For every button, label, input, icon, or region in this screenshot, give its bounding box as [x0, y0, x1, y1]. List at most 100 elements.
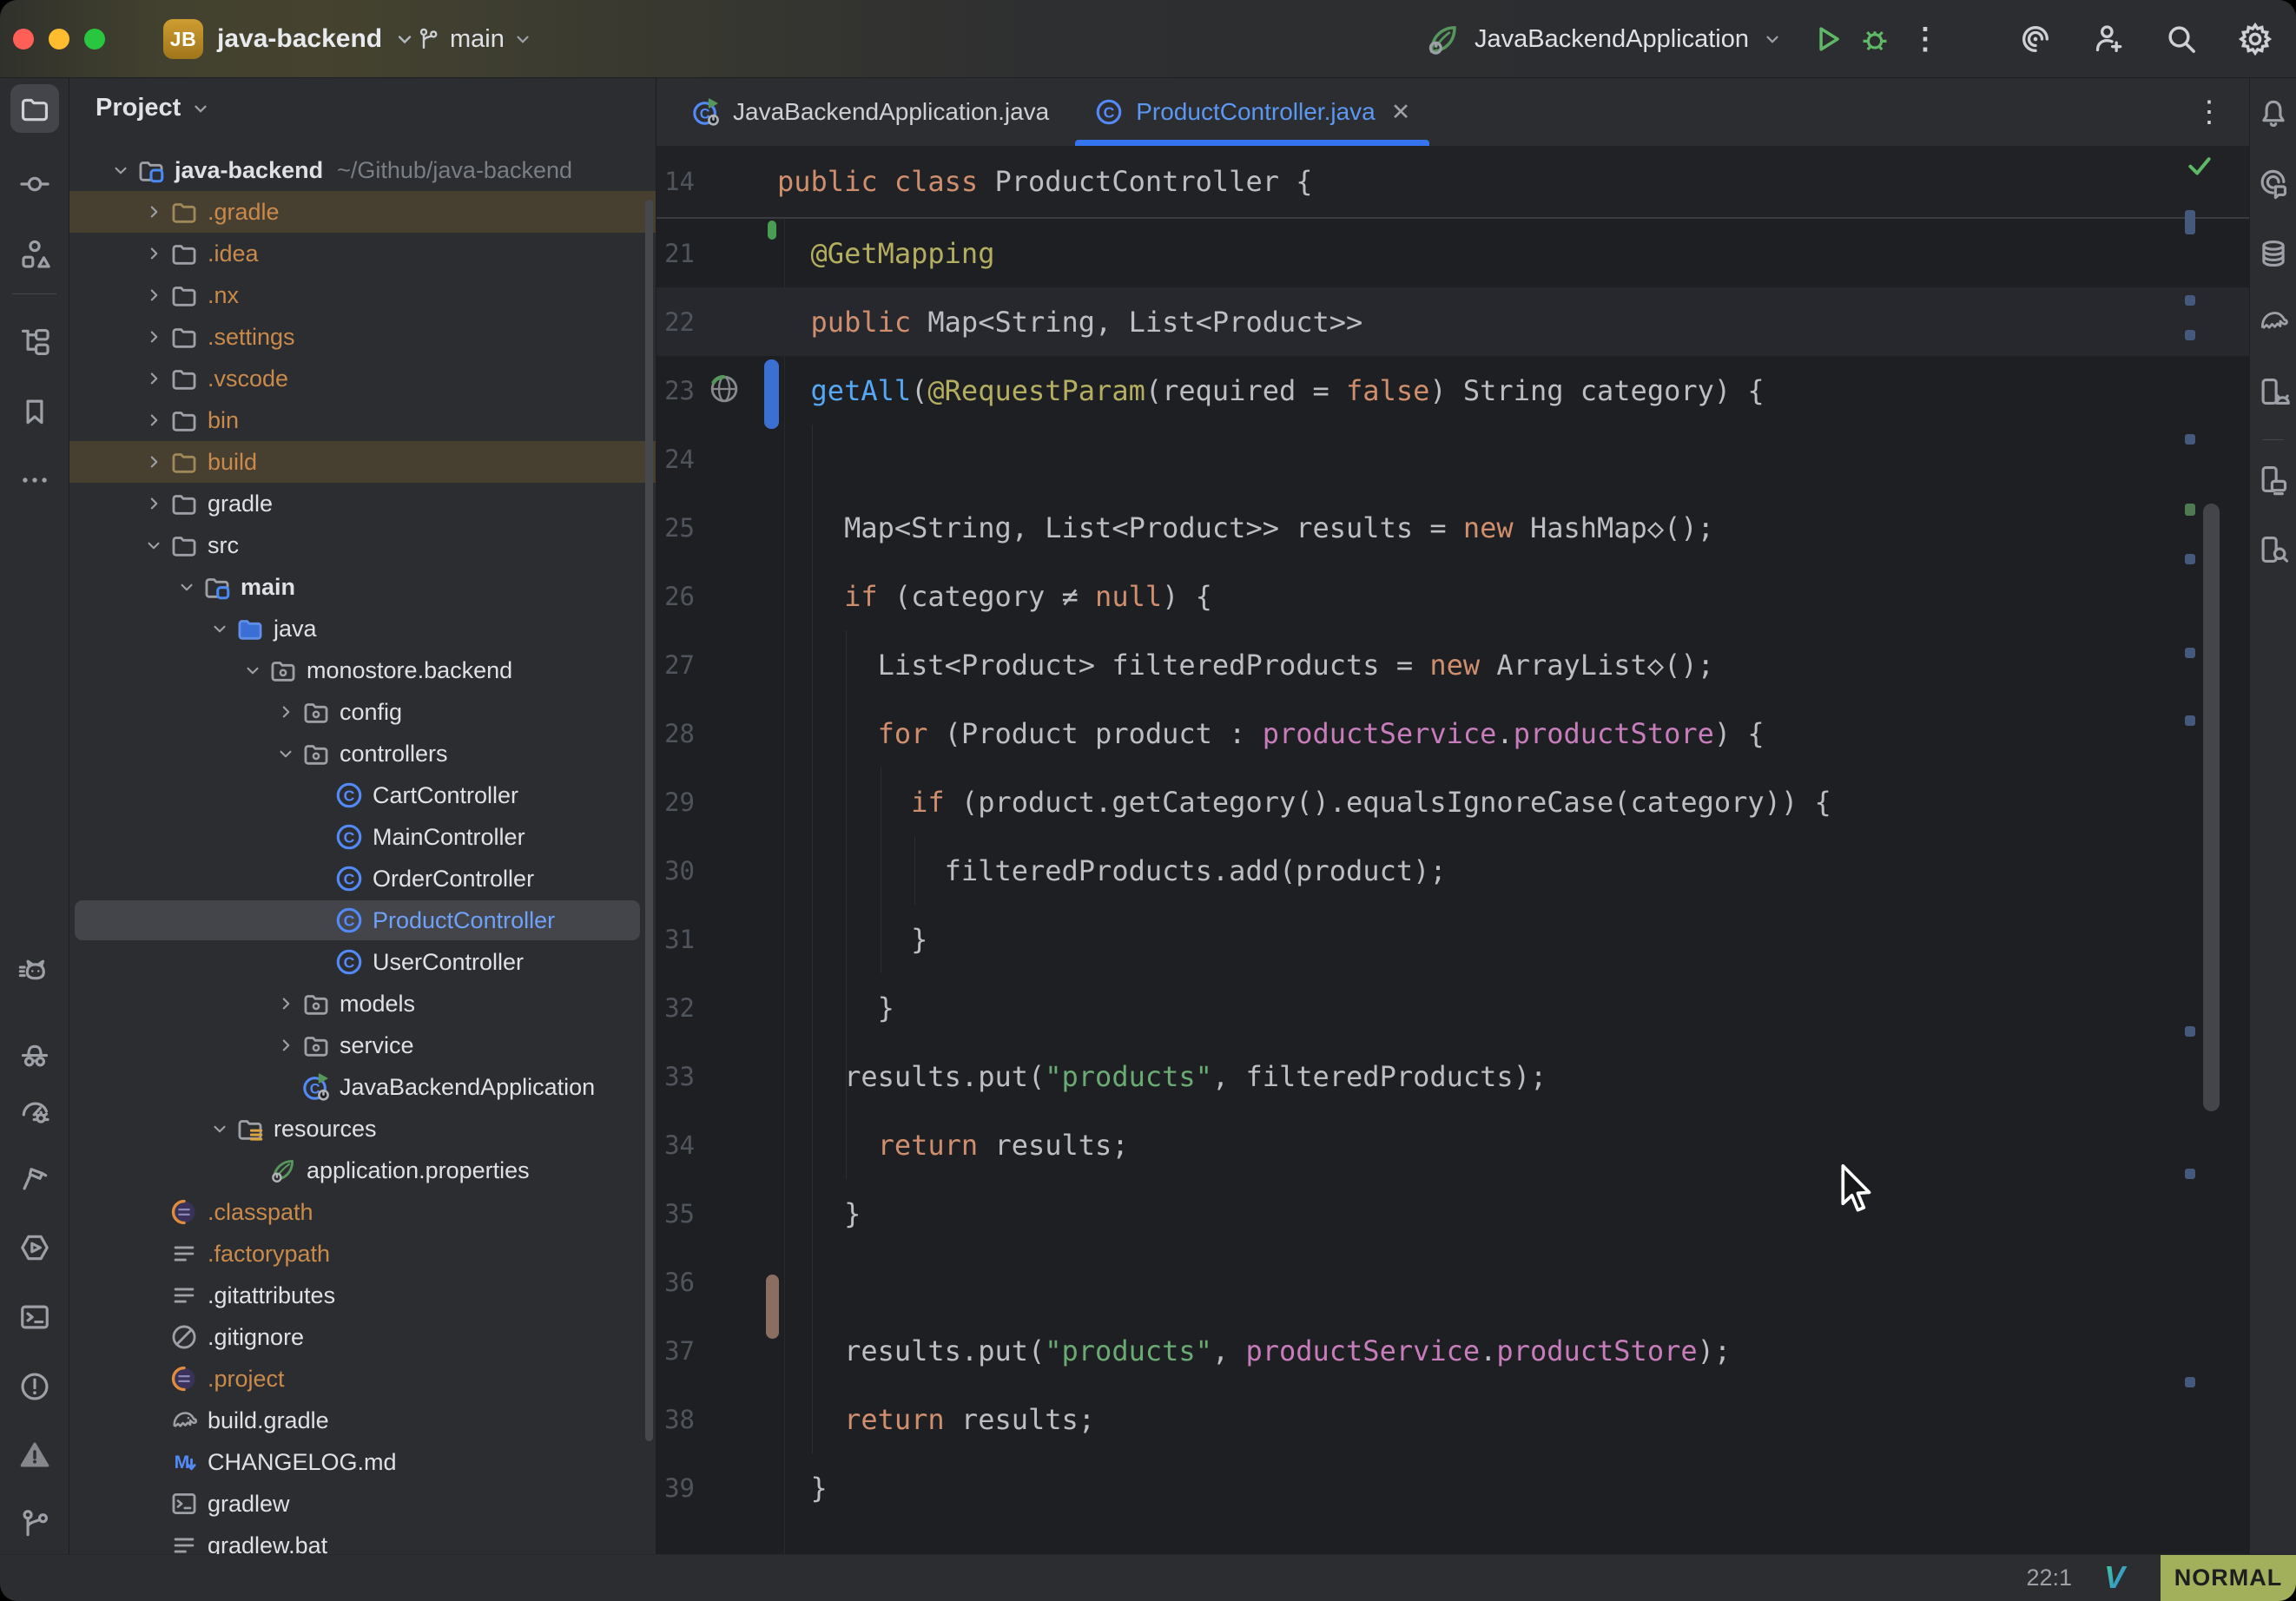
- tree-item-gradlew-bat[interactable]: gradlew.bat: [69, 1525, 656, 1554]
- tree-item-application-properties[interactable]: application.properties: [69, 1150, 656, 1191]
- tree-item-javabackendapplication[interactable]: CJavaBackendApplication: [69, 1066, 656, 1108]
- code-line-26[interactable]: 26 if (category ≠ null) {: [656, 562, 2249, 630]
- tree-item-build[interactable]: build: [69, 441, 656, 483]
- tree-item-maincontroller[interactable]: CMainController: [69, 816, 656, 858]
- chevron-right-icon[interactable]: [138, 242, 169, 265]
- tree-item-cartcontroller[interactable]: CCartController: [69, 774, 656, 816]
- tab-bar-more-icon[interactable]: ⋮: [2194, 95, 2225, 129]
- tree-item-gradle[interactable]: gradle: [69, 483, 656, 524]
- code-editor[interactable]: 14public class ProductController {21 @Ge…: [656, 146, 2249, 1554]
- gradle-icon[interactable]: [2252, 297, 2295, 346]
- search-icon[interactable]: [2164, 22, 2199, 56]
- services-icon[interactable]: [10, 1223, 59, 1272]
- chevron-right-icon[interactable]: [270, 992, 301, 1015]
- tree-item--nx[interactable]: .nx: [69, 274, 656, 316]
- code-line-31[interactable]: 31 }: [656, 905, 2249, 973]
- chevron-right-icon[interactable]: [138, 451, 169, 473]
- editor-scrollbar[interactable]: [2203, 504, 2220, 1111]
- tree-item-config[interactable]: config: [69, 691, 656, 733]
- chevron-right-icon[interactable]: [138, 367, 169, 390]
- branch-selector[interactable]: main: [415, 0, 532, 78]
- code-line-38[interactable]: 38 return results;: [656, 1385, 2249, 1453]
- tree-item--factorypath[interactable]: .factorypath: [69, 1233, 656, 1275]
- run-icon[interactable]: [1811, 23, 1844, 56]
- tree-item-main[interactable]: main: [69, 566, 656, 608]
- code-line-33[interactable]: 33 results.put("products", filteredProdu…: [656, 1042, 2249, 1110]
- chevron-right-icon[interactable]: [270, 701, 301, 723]
- git-branch-icon[interactable]: [10, 1499, 59, 1548]
- chevron-down-icon[interactable]: [237, 659, 268, 682]
- debug-icon[interactable]: [1858, 23, 1891, 56]
- code-line-39[interactable]: 39 }: [656, 1453, 2249, 1522]
- copilot-cat-icon[interactable]: [10, 946, 59, 995]
- run-configuration[interactable]: JavaBackendApplication ⋮: [1424, 0, 1940, 78]
- chevron-right-icon[interactable]: [138, 409, 169, 432]
- chevron-down-icon[interactable]: [270, 742, 301, 765]
- chevron-right-icon[interactable]: [270, 1034, 301, 1057]
- commit-icon[interactable]: [10, 160, 59, 208]
- project-selector[interactable]: java-backend: [217, 0, 415, 78]
- tree-item-src[interactable]: src: [69, 524, 656, 566]
- settings-gear-icon[interactable]: [2237, 21, 2273, 57]
- tree-item-java-backend[interactable]: java-backend~/Github/java-backend: [69, 149, 656, 191]
- endpoint-globe-icon[interactable]: [707, 372, 743, 408]
- chevron-down-icon[interactable]: [204, 1117, 235, 1140]
- project-folder-icon[interactable]: [10, 84, 59, 133]
- tree-item-bin[interactable]: bin: [69, 399, 656, 441]
- structure-icon[interactable]: [10, 230, 59, 279]
- code-line-27[interactable]: 27 List<Product> filteredProducts = new …: [656, 630, 2249, 699]
- tree-item-models[interactable]: models: [69, 983, 656, 1025]
- tab-javabackendapplication-java[interactable]: CJavaBackendApplication.java: [669, 78, 1072, 146]
- ideavim-v-icon[interactable]: V: [2098, 1562, 2131, 1595]
- close-tab-icon[interactable]: ✕: [1391, 99, 1411, 126]
- notifications-bell-icon[interactable]: [2252, 89, 2295, 137]
- tree-item--gitignore[interactable]: .gitignore: [69, 1316, 656, 1358]
- project-panel-header[interactable]: Project: [96, 94, 210, 122]
- running-devices-icon[interactable]: [2252, 455, 2295, 504]
- build-hammer-icon[interactable]: [10, 1154, 59, 1202]
- caret-position-label[interactable]: 22:1: [2026, 1565, 2072, 1591]
- tree-item--settings[interactable]: .settings: [69, 316, 656, 358]
- tree-item--vscode[interactable]: .vscode: [69, 358, 656, 399]
- code-line-21[interactable]: 21 @GetMapping: [656, 219, 2249, 287]
- zoom-window-button[interactable]: [84, 29, 105, 49]
- tree-item--gitattributes[interactable]: .gitattributes: [69, 1275, 656, 1316]
- chevron-down-icon[interactable]: [204, 617, 235, 640]
- tree-item--gradle[interactable]: .gradle: [69, 191, 656, 233]
- minimize-window-button[interactable]: [49, 29, 69, 49]
- chevron-down-icon[interactable]: [171, 576, 202, 598]
- chevron-down-icon[interactable]: [138, 534, 169, 557]
- code-line-24[interactable]: 24: [656, 425, 2249, 493]
- tree-item-controllers[interactable]: controllers: [69, 733, 656, 774]
- more-tools-icon[interactable]: [10, 456, 59, 504]
- tree-item-usercontroller[interactable]: CUserController: [69, 941, 656, 983]
- code-line-29[interactable]: 29 if (product.getCategory().equalsIgnor…: [656, 768, 2249, 836]
- tree-item-build-gradle[interactable]: build.gradle: [69, 1400, 656, 1441]
- problems-icon[interactable]: [10, 1362, 59, 1411]
- code-line-37[interactable]: 37 results.put("products", productServic…: [656, 1316, 2249, 1385]
- incognito-icon[interactable]: [10, 1030, 59, 1078]
- tree-item-gradlew[interactable]: gradlew: [69, 1483, 656, 1525]
- device-explorer-icon[interactable]: [2252, 525, 2295, 574]
- code-line-36[interactable]: 36: [656, 1248, 2249, 1316]
- tree-item-resources[interactable]: resources: [69, 1108, 656, 1150]
- vim-mode-badge[interactable]: NORMAL: [2161, 1555, 2296, 1601]
- tree-item-java[interactable]: java: [69, 608, 656, 649]
- code-line-22[interactable]: 22 public Map<String, List<Product>>: [656, 287, 2249, 356]
- tree-item--classpath[interactable]: .classpath: [69, 1191, 656, 1233]
- chevron-right-icon[interactable]: [138, 201, 169, 223]
- database-icon[interactable]: [2252, 229, 2295, 278]
- code-line-35[interactable]: 35 }: [656, 1179, 2249, 1248]
- more-icon[interactable]: ⋮: [1910, 22, 1940, 56]
- chevron-down-icon[interactable]: [105, 159, 136, 181]
- tree-item-productcontroller[interactable]: CProductController: [69, 899, 656, 941]
- tree-item-changelog-md[interactable]: MCHANGELOG.md: [69, 1441, 656, 1483]
- chevron-right-icon[interactable]: [138, 492, 169, 515]
- add-user-icon[interactable]: [2091, 22, 2126, 56]
- code-line-25[interactable]: 25 Map<String, List<Product>> results = …: [656, 493, 2249, 562]
- profiler-icon[interactable]: [10, 1087, 59, 1136]
- code-line-28[interactable]: 28 for (Product product : productService…: [656, 699, 2249, 768]
- bookmarks-icon[interactable]: [10, 387, 59, 436]
- code-line-34[interactable]: 34 return results;: [656, 1110, 2249, 1179]
- tree-item--idea[interactable]: .idea: [69, 233, 656, 274]
